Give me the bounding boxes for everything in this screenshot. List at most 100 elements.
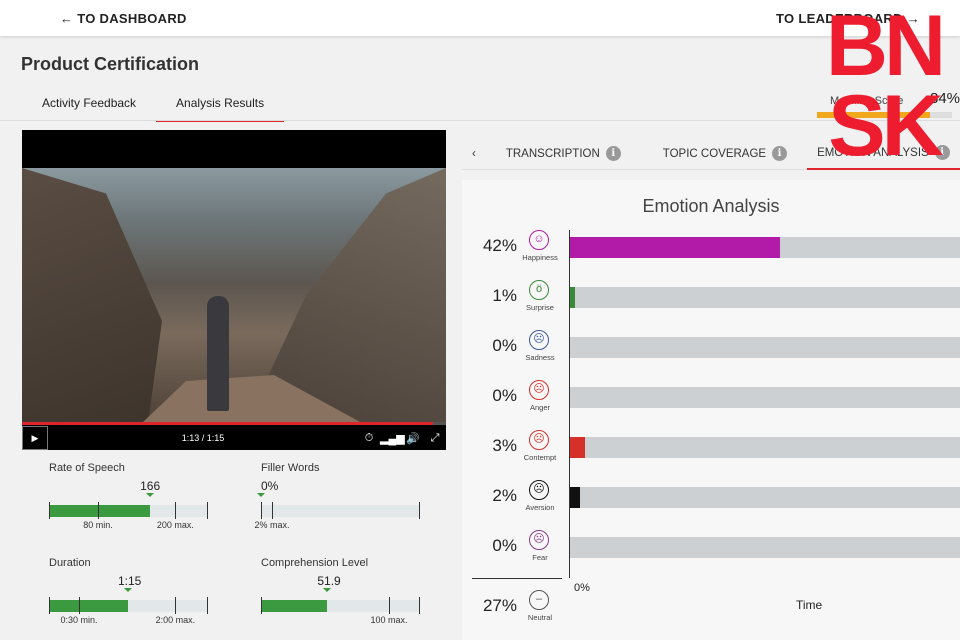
video-time: 1:13 / 1:15 [181, 433, 225, 443]
tick [419, 502, 420, 519]
tab-label: TOPIC COVERAGE [662, 147, 767, 160]
tick [388, 597, 390, 614]
tick-label: 2% max. [254, 520, 290, 530]
metric-bar-fill [261, 600, 328, 612]
emotion-bar-track [570, 237, 960, 258]
back-to-dashboard-link[interactable]: ← TO DASHBOARD [60, 11, 187, 26]
tick [97, 502, 99, 519]
info-icon[interactable]: i [772, 146, 788, 161]
emotion-label: Aversion [525, 503, 555, 512]
play-button[interactable]: ▶ [22, 426, 48, 450]
emotion-percent: 0% [492, 536, 517, 555]
svg-text:SK: SK [828, 78, 943, 160]
emotion-bar-contempt [570, 437, 585, 458]
tick [261, 597, 262, 614]
tick [272, 502, 274, 519]
metric-bar: 100 max. [261, 597, 420, 625]
emotion-label: Surprise [526, 303, 554, 312]
quality-icon[interactable]: ▂▄▆ [380, 432, 405, 445]
metric-bar: 0:30 min. 2:00 max. [49, 597, 208, 625]
emotion-percent: 27% [482, 596, 517, 615]
emotion-percent: 3% [492, 436, 517, 455]
tick [207, 597, 208, 614]
emotion-chart-title: Emotion Analysis [642, 196, 780, 216]
emotion-bar-track [570, 487, 960, 508]
emotion-row-neutral: 27% – Neutral [462, 590, 960, 640]
neutral-separator [472, 578, 562, 579]
metric-bar-fill [49, 505, 151, 517]
metric-duration: Duration 1:15 0:30 min. 2:00 max. [49, 557, 219, 625]
main-tabs: Activity Feedback Analysis Results [22, 90, 285, 122]
value-marker [146, 493, 155, 497]
info-icon[interactable]: i [605, 146, 621, 161]
y-axis-line [569, 230, 570, 578]
emotion-label: Happiness [522, 253, 558, 262]
speed-icon[interactable]: ⏱ [358, 432, 380, 445]
emotion-bar-track [570, 537, 960, 558]
tick [175, 597, 177, 614]
tabs-prev-arrow[interactable]: ‹ [462, 140, 496, 168]
emotion-bar-track [570, 387, 960, 408]
tab-analysis-results[interactable]: Analysis Results [156, 90, 285, 122]
metric-value: 0% [261, 479, 279, 493]
tab-activity-feedback[interactable]: Activity Feedback [22, 90, 156, 122]
emotion-percent: 42% [482, 236, 517, 255]
emotion-analysis-panel: Emotion Analysis 42% ☺ Happiness 1% ö Su… [462, 180, 960, 640]
value-marker [124, 588, 132, 592]
value-marker [323, 588, 332, 592]
emotion-percent: 2% [492, 486, 517, 505]
metric-comprehension-level: Comprehension Level 51.9 100 max. [261, 557, 431, 625]
x-axis-tick-0: 0% [574, 582, 590, 594]
volume-icon[interactable]: 🔊 [402, 432, 424, 445]
contempt-face-icon: ☹ [529, 430, 549, 450]
sadness-face-icon: ☹ [529, 330, 549, 350]
emotion-bar-track [570, 437, 960, 458]
tab-transcription[interactable]: TRANSCRIPTION i [496, 138, 631, 169]
metric-filler-words: Filler Words 0% 2% max. [255, 462, 431, 530]
tick [175, 502, 177, 519]
metric-bar: 80 min. 200 max. [49, 502, 208, 530]
metric-rate-of-speech: Rate of Speech 166 80 min. 200 max. [49, 462, 219, 530]
emotion-label: Anger [529, 403, 550, 412]
neutral-face-icon: – [529, 590, 549, 610]
emotion-row-sadness: 0% ☹ Sadness [462, 330, 960, 380]
metric-bar-fill [49, 600, 128, 612]
tick [49, 597, 50, 614]
fullscreen-icon[interactable]: ⤢ [424, 432, 446, 445]
emotion-percent: 1% [492, 286, 517, 305]
value-marker [257, 493, 265, 497]
tick [49, 502, 50, 519]
video-progress-bar[interactable] [22, 422, 446, 425]
video-frame [22, 168, 446, 423]
tick-label: 0:30 min. [60, 615, 98, 625]
tab-topic-coverage[interactable]: TOPIC COVERAGE i [653, 138, 797, 169]
tick-label: 2:00 max. [155, 615, 196, 625]
surprise-face-icon: ö [529, 280, 549, 300]
emotion-row-contempt: 3% ☹ Contempt [462, 430, 960, 480]
fear-face-icon: ☹ [529, 530, 549, 550]
metric-label: Rate of Speech [49, 462, 125, 474]
emotion-row-fear: 0% ☹ Fear [462, 530, 960, 580]
metric-label: Filler Words [261, 462, 320, 474]
emotion-bar-aversion [570, 487, 580, 508]
tick-label: 200 max. [156, 520, 194, 530]
x-axis-label: Time [796, 598, 823, 612]
tick [207, 502, 208, 519]
tab-label: TRANSCRIPTION [505, 147, 600, 160]
happiness-face-icon: ☺ [529, 230, 549, 250]
emotion-label: Sadness [525, 353, 555, 362]
emotion-percent: 0% [492, 386, 517, 405]
bnsk-logo: BN SK [826, 0, 948, 160]
emotion-row-anger: 0% ☹ Anger [462, 380, 960, 430]
tick-label: 80 min. [83, 520, 113, 530]
metric-label: Comprehension Level [261, 557, 369, 569]
emotion-bar-track [570, 287, 960, 308]
emotion-bar-happiness [570, 237, 780, 258]
tick [419, 597, 420, 614]
video-player[interactable]: ▶ 1:13 / 1:15 ⏱ ▂▄▆ 🔊 ⤢ [22, 130, 446, 450]
video-controls: ▶ 1:13 / 1:15 ⏱ ▂▄▆ 🔊 ⤢ [22, 426, 446, 450]
metric-value: 1:15 [118, 574, 142, 588]
metric-label: Duration [49, 557, 91, 569]
metric-value: 51.9 [317, 574, 341, 588]
emotion-bar-surprise [570, 287, 575, 308]
